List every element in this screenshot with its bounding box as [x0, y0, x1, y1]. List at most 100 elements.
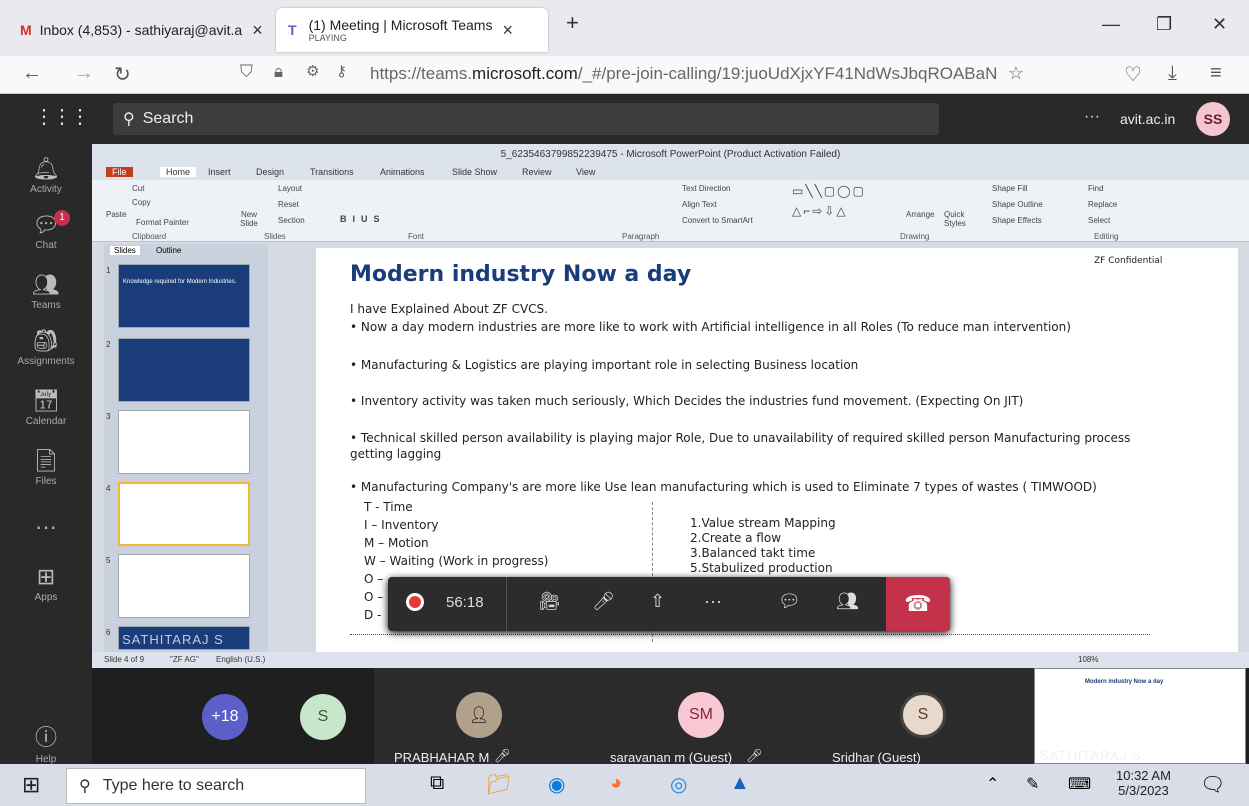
app-launcher-icon[interactable]: ⋮⋮⋮	[34, 104, 90, 129]
section-button[interactable]: Section	[278, 216, 305, 225]
close-window-icon[interactable]: ✕	[1212, 14, 1227, 35]
copy-button[interactable]: Copy	[132, 198, 151, 207]
participant-tile[interactable]: 👤︎ PRABHAHAR M 🎤︎	[374, 668, 594, 765]
rail-files[interactable]: 📄︎ Files	[0, 448, 92, 487]
rail-chat[interactable]: 💬︎ Chat 1	[0, 210, 92, 251]
new-slide-button[interactable]: New Slide	[232, 210, 266, 228]
rail-help[interactable]: ⓘ Help	[0, 720, 92, 765]
more-options-icon[interactable]: ···	[1084, 108, 1100, 126]
user-avatar[interactable]: SS	[1196, 102, 1230, 136]
participant-tile[interactable]: SM saravanan m (Guest) 🎤︎	[594, 668, 814, 765]
restore-icon[interactable]: ❐	[1156, 14, 1172, 35]
ribbon-tab-design[interactable]: Design	[256, 167, 284, 177]
more-actions-icon[interactable]: ···	[704, 591, 722, 612]
close-icon[interactable]: ×	[502, 20, 513, 41]
convert-smartart-button[interactable]: Convert to SmartArt	[682, 216, 753, 225]
rail-teams[interactable]: 👥︎ Teams	[0, 272, 92, 311]
participant-avatar[interactable]: S	[300, 694, 346, 740]
layout-button[interactable]: Layout	[278, 184, 302, 193]
rail-more[interactable]: ···	[0, 514, 92, 542]
ribbon-tab-transitions[interactable]: Transitions	[310, 167, 354, 177]
shapes-gallery-row2[interactable]: △⌐⇨⇩△	[792, 204, 848, 218]
paste-button[interactable]: Paste	[106, 210, 126, 219]
app-icon[interactable]: ◎	[670, 772, 687, 797]
url-bar[interactable]: ⛉ 🔒︎ ⚙ ⚷ https://teams. microsoft.com/_#/…	[240, 58, 1030, 90]
close-icon[interactable]: ×	[252, 20, 263, 41]
quick-styles-button[interactable]: Quick Styles	[944, 210, 974, 228]
more-participants-badge[interactable]: +18	[202, 694, 248, 740]
participant-tile[interactable]: S Sridhar (Guest)	[814, 668, 1034, 765]
ribbon-tab-slideshow[interactable]: Slide Show	[452, 167, 497, 177]
ribbon-tab-home[interactable]: Home	[160, 167, 197, 177]
ribbon-tab-review[interactable]: Review	[522, 167, 552, 177]
forward-icon[interactable]: →	[74, 62, 94, 85]
camera-off-icon[interactable]: 🎥︎	[538, 591, 561, 612]
photos-icon[interactable]: ▲	[730, 772, 750, 795]
key-icon[interactable]: ⚷	[336, 62, 347, 80]
minimize-icon[interactable]: —	[1102, 14, 1120, 35]
back-icon[interactable]: ←	[22, 62, 42, 85]
pen-icon[interactable]: ✎	[1026, 774, 1039, 794]
slide-thumbnail[interactable]: Knowledge required for Modern Industries…	[118, 264, 250, 328]
new-tab-icon[interactable]: +	[566, 10, 579, 36]
find-button[interactable]: Find	[1088, 184, 1104, 193]
chat-icon[interactable]: 💬︎	[778, 591, 801, 612]
rail-assignments[interactable]: 🎒︎ Assignments	[0, 328, 92, 367]
thumb-title: Knowledge required for Modern Industries…	[123, 279, 237, 285]
bell-icon: 🔔︎	[32, 156, 60, 181]
shape-fill-button[interactable]: Shape Fill	[992, 184, 1028, 193]
mic-off-icon[interactable]: 🎤︎	[592, 591, 615, 612]
file-explorer-icon[interactable]: 📁︎	[486, 772, 511, 797]
ribbon-tab-file[interactable]: File	[106, 167, 133, 177]
download-icon[interactable]: ⤓	[1168, 62, 1177, 85]
slide-thumbnail[interactable]	[118, 338, 250, 402]
zoom-level[interactable]: 108%	[1078, 655, 1098, 664]
rail-calendar[interactable]: 📅︎ Calendar	[0, 388, 92, 427]
slide-bullet: • Technical skilled person availability …	[350, 431, 1131, 461]
shield-icon[interactable]: ⛉	[240, 62, 253, 82]
edge-icon[interactable]: ◉	[548, 772, 565, 797]
tab-teams[interactable]: T (1) Meeting | Microsoft Teams PLAYING …	[276, 8, 548, 52]
shape-effects-button[interactable]: Shape Effects	[992, 216, 1042, 225]
firefox-icon[interactable]: ◕	[610, 772, 622, 795]
tab-gmail[interactable]: M Inbox (4,853) - sathiyaraj@avit.a ×	[12, 8, 274, 52]
ribbon-tab-view[interactable]: View	[576, 167, 595, 177]
slide-thumbnail-selected[interactable]	[118, 482, 250, 546]
shape-outline-button[interactable]: Shape Outline	[992, 200, 1043, 209]
windows-start-icon[interactable]: ⊞	[22, 772, 40, 798]
format-painter-button[interactable]: Format Painter	[136, 218, 189, 227]
ribbon-tab-insert[interactable]: Insert	[208, 167, 231, 177]
taskbar-search-input[interactable]: ⚲ Type here to search	[66, 768, 366, 804]
menu-icon[interactable]: ≡	[1210, 62, 1222, 85]
notifications-icon[interactable]: 🗨︎	[1200, 772, 1225, 797]
pane-tab-outline[interactable]: Outline	[152, 246, 185, 255]
arrange-button[interactable]: Arrange	[906, 210, 934, 219]
show-hidden-icons[interactable]: ⌃	[986, 774, 999, 794]
pocket-icon[interactable]: ♡	[1124, 62, 1142, 87]
search-input[interactable]: ⚲ Search	[113, 103, 939, 135]
participants-icon[interactable]: 👥︎	[836, 591, 859, 612]
font-format-buttons[interactable]: BIUS	[340, 214, 386, 224]
share-screen-icon[interactable]: ⇧	[650, 591, 665, 612]
pane-tab-slides[interactable]: Slides	[110, 246, 140, 255]
bookmark-star-icon[interactable]: ☆	[1008, 63, 1024, 84]
hang-up-button[interactable]: ☎	[886, 577, 950, 631]
task-view-icon[interactable]: ⧉	[430, 772, 444, 795]
rail-apps[interactable]: ⊞ Apps	[0, 564, 92, 603]
align-text-button[interactable]: Align Text	[682, 200, 717, 209]
replace-button[interactable]: Replace	[1088, 200, 1117, 209]
lock-icon[interactable]: 🔒︎	[274, 62, 283, 82]
slide-thumbnail[interactable]	[118, 410, 250, 474]
slide-thumbnail[interactable]	[118, 554, 250, 618]
reset-button[interactable]: Reset	[278, 200, 299, 209]
reload-icon[interactable]: ↻	[114, 62, 131, 87]
rail-activity[interactable]: 🔔︎ Activity	[0, 156, 92, 195]
select-button[interactable]: Select	[1088, 216, 1110, 225]
shapes-gallery[interactable]: ▭╲╲▢◯▢	[792, 184, 866, 198]
permissions-icon[interactable]: ⚙	[306, 62, 319, 80]
text-direction-button[interactable]: Text Direction	[682, 184, 730, 193]
cut-button[interactable]: Cut	[132, 184, 144, 193]
keyboard-icon[interactable]: ⌨	[1068, 774, 1091, 794]
ribbon-tab-animations[interactable]: Animations	[380, 167, 425, 177]
clock[interactable]: 10:32 AM 5/3/2023	[1116, 768, 1171, 798]
